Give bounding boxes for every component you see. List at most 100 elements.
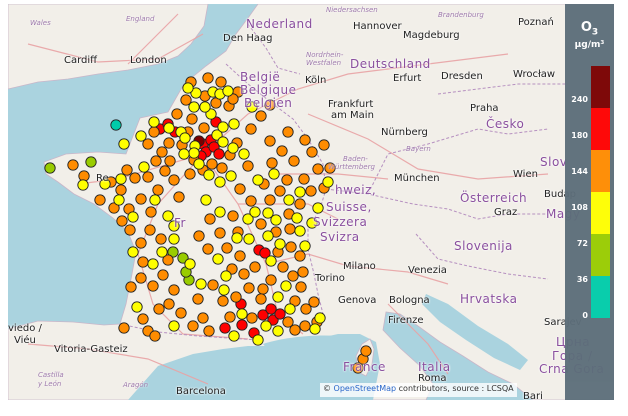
station-marker[interactable] [156,146,168,158]
station-marker[interactable] [217,295,229,307]
station-marker[interactable] [299,134,311,146]
station-marker[interactable] [164,155,176,167]
station-marker[interactable] [245,195,257,207]
station-marker[interactable] [266,157,278,169]
station-marker[interactable] [318,139,330,151]
station-marker[interactable] [202,243,214,255]
station-marker[interactable] [149,194,161,206]
station-marker[interactable] [171,108,183,120]
station-marker[interactable] [284,303,296,315]
station-marker[interactable] [264,135,276,147]
station-marker[interactable] [274,308,286,320]
station-marker[interactable] [110,119,122,131]
station-marker[interactable] [213,148,225,160]
station-marker[interactable] [257,283,269,295]
station-marker[interactable] [298,173,310,185]
station-marker[interactable] [287,270,299,282]
station-marker[interactable] [224,311,236,323]
station-marker[interactable] [178,148,190,160]
station-marker[interactable] [249,261,261,273]
map-view[interactable]: Wales England Niedersachsen Brandenburg Nede… [8,4,614,400]
station-marker[interactable] [168,233,180,245]
station-marker[interactable] [252,174,264,186]
station-marker[interactable] [234,250,246,262]
station-marker[interactable] [148,116,160,128]
station-marker[interactable] [137,256,149,268]
station-marker[interactable] [163,122,175,134]
station-marker[interactable] [168,284,180,296]
station-marker[interactable] [227,142,239,154]
station-marker[interactable] [127,211,139,223]
station-marker[interactable] [214,206,226,218]
osm-link[interactable]: OpenStreetMap [334,384,397,393]
station-marker[interactable] [272,291,284,303]
station-marker[interactable] [299,240,311,252]
station-marker[interactable] [284,223,296,235]
station-marker[interactable] [121,164,133,176]
station-marker[interactable] [217,136,229,148]
station-marker[interactable] [262,207,274,219]
station-marker[interactable] [260,320,272,332]
station-marker[interactable] [145,206,157,218]
station-marker[interactable] [135,237,147,249]
station-marker[interactable] [206,158,218,170]
station-marker[interactable] [127,246,139,258]
station-marker[interactable] [142,171,154,183]
station-marker[interactable] [255,293,267,305]
station-marker[interactable] [308,296,320,308]
station-marker[interactable] [147,258,159,270]
station-marker[interactable] [131,301,143,313]
station-marker[interactable] [322,176,334,188]
station-marker[interactable] [175,307,187,319]
station-marker[interactable] [252,334,264,346]
station-marker[interactable] [116,215,128,227]
station-marker[interactable] [314,312,326,324]
station-marker[interactable] [306,146,318,158]
station-marker[interactable] [288,155,300,167]
station-marker[interactable] [264,194,276,206]
station-marker[interactable] [243,282,255,294]
station-marker[interactable] [152,184,164,196]
station-marker[interactable] [285,241,297,253]
station-marker[interactable] [214,227,226,239]
station-marker[interactable] [157,269,169,281]
station-marker[interactable] [299,320,311,332]
station-marker[interactable] [220,270,232,282]
station-marker[interactable] [360,345,372,357]
station-marker[interactable] [137,313,149,325]
station-marker[interactable] [222,85,234,97]
station-marker[interactable] [115,173,127,185]
station-marker[interactable] [246,312,258,324]
station-marker[interactable] [255,218,267,230]
station-marker[interactable] [280,280,292,292]
station-marker[interactable] [188,147,200,159]
station-marker[interactable] [214,176,226,188]
station-marker[interactable] [193,158,205,170]
station-marker[interactable] [219,322,231,334]
station-marker[interactable] [216,162,228,174]
station-marker[interactable] [135,193,147,205]
station-marker[interactable] [115,184,127,196]
station-marker[interactable] [282,126,294,138]
station-marker[interactable] [94,194,106,206]
station-marker[interactable] [289,324,301,336]
station-marker[interactable] [118,322,130,334]
station-marker[interactable] [218,284,230,296]
station-marker[interactable] [188,101,200,113]
station-marker[interactable] [163,137,175,149]
station-marker[interactable] [85,156,97,168]
station-marker[interactable] [203,169,215,181]
station-marker[interactable] [265,274,277,286]
station-marker[interactable] [238,268,250,280]
station-marker[interactable] [221,242,233,254]
station-marker[interactable] [197,312,209,324]
station-marker[interactable] [297,266,309,278]
station-marker[interactable] [265,255,277,267]
station-marker[interactable] [113,194,125,206]
station-marker[interactable] [294,225,306,237]
station-marker[interactable] [202,72,214,84]
station-marker[interactable] [138,161,150,173]
station-marker[interactable] [276,145,288,157]
station-marker[interactable] [291,212,303,224]
station-marker[interactable] [147,280,159,292]
